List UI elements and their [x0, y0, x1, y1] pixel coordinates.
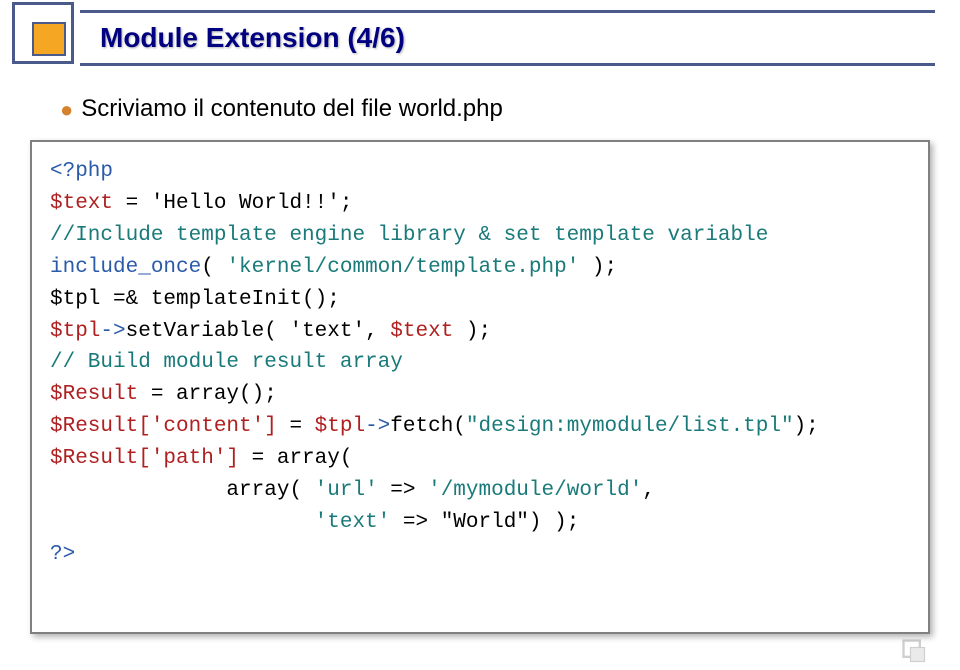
code-line-8: $Result = array(); — [50, 379, 910, 411]
code-line-12: 'text' => "World") ); — [50, 507, 910, 539]
footer-logo-icon — [900, 637, 928, 665]
code-line-13: ?> — [50, 539, 910, 571]
code-line-10: $Result['path'] = array( — [50, 443, 910, 475]
code-line-6: $tpl->setVariable( 'text', $text ); — [50, 316, 910, 348]
code-line-9: $Result['content'] = $tpl->fetch("design… — [50, 411, 910, 443]
header-bar: Module Extension (4/6) — [50, 10, 935, 66]
bullet-text: Scriviamo il contenuto del file world.ph… — [81, 95, 503, 122]
code-line-3: //Include template engine library & set … — [50, 220, 910, 252]
logo-inner-square — [32, 22, 66, 56]
code-box: <?php $text = 'Hello World!!'; //Include… — [30, 140, 930, 634]
slide-logo — [10, 0, 80, 70]
content-area: ● Scriviamo il contenuto del file world.p… — [60, 95, 920, 135]
code-line-2: $text = 'Hello World!!'; — [50, 188, 910, 220]
code-line-7: // Build module result array — [50, 347, 910, 379]
bullet-line: ● Scriviamo il contenuto del file world.p… — [60, 95, 920, 123]
bullet-icon: ● — [60, 97, 73, 122]
slide-title: Module Extension (4/6) — [50, 22, 405, 54]
code-line-5: $tpl =& templateInit(); — [50, 284, 910, 316]
code-line-11: array( 'url' => '/mymodule/world', — [50, 475, 910, 507]
code-line-4: include_once( 'kernel/common/template.ph… — [50, 252, 910, 284]
code-line-1: <?php — [50, 156, 910, 188]
